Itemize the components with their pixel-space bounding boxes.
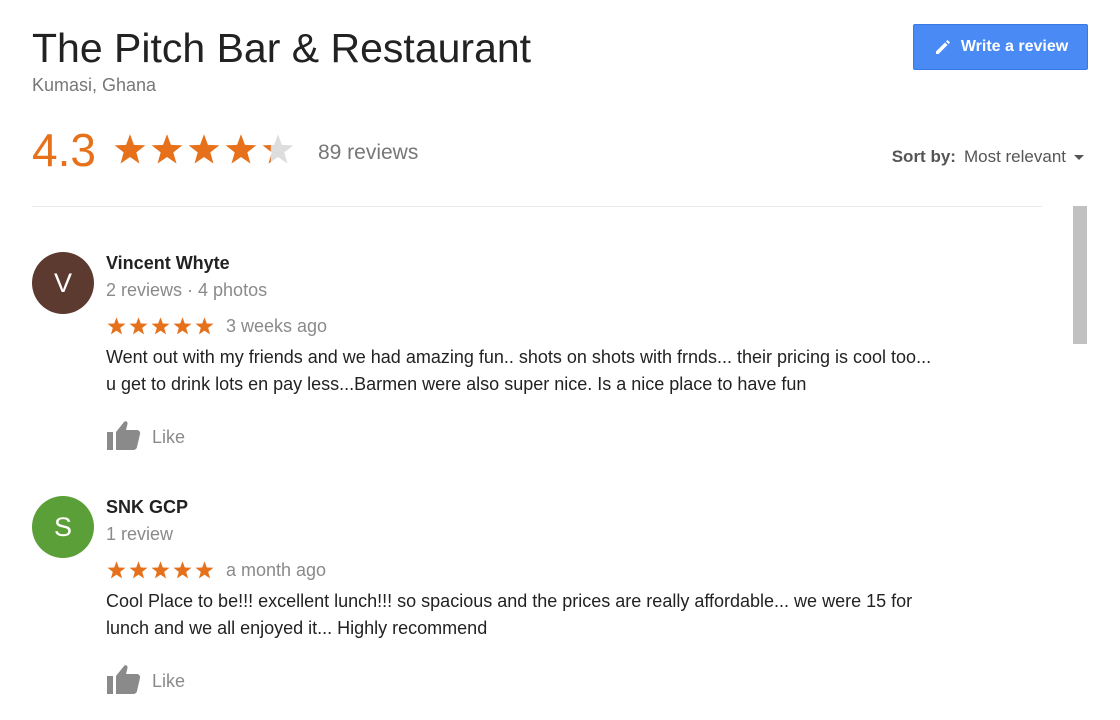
review-stars bbox=[106, 560, 215, 581]
reviews-page: The Pitch Bar & Restaurant Kumasi, Ghana… bbox=[0, 0, 1120, 720]
rating-stars bbox=[112, 132, 296, 168]
star-icon bbox=[173, 560, 192, 578]
sort-dropdown[interactable]: Sort by: Most relevant bbox=[892, 144, 1084, 170]
write-review-button[interactable]: Write a review bbox=[913, 24, 1088, 70]
like-button[interactable]: Like bbox=[106, 420, 206, 454]
review-text: Went out with my friends and we had amaz… bbox=[106, 344, 1046, 398]
review-text-line: Cool Place to be!!! excellent lunch!!! s… bbox=[106, 591, 913, 611]
divider bbox=[32, 206, 1042, 207]
write-review-label: Write a review bbox=[960, 38, 1069, 55]
pencil-icon bbox=[933, 37, 953, 57]
sort-label: Sort by: bbox=[891, 147, 956, 166]
reviewer-meta: 1 review bbox=[106, 524, 174, 544]
average-rating: 4.3 bbox=[32, 124, 96, 176]
thumbs-up-icon bbox=[106, 663, 142, 700]
star-icon bbox=[129, 560, 148, 578]
star-icon bbox=[173, 316, 192, 334]
review-text-line: Went out with my friends and we had amaz… bbox=[106, 347, 932, 367]
like-button[interactable]: Like bbox=[106, 664, 206, 698]
star-icon bbox=[195, 560, 214, 578]
star-icon bbox=[195, 316, 214, 334]
review-text: Cool Place to be!!! excellent lunch!!! s… bbox=[106, 588, 1046, 642]
like-label: Like bbox=[152, 426, 186, 447]
review-text-line: u get to drink lots en pay less...Barmen… bbox=[106, 374, 807, 394]
sort-value: Most relevant bbox=[963, 147, 1066, 166]
place-location: Kumasi, Ghana bbox=[32, 75, 157, 95]
review-rating-row: a month ago bbox=[106, 557, 1046, 583]
review-date: a month ago bbox=[226, 559, 327, 580]
star-icon bbox=[262, 134, 294, 164]
place-title: The Pitch Bar & Restaurant bbox=[32, 25, 532, 71]
reviewer-name[interactable]: SNK GCP bbox=[106, 494, 1046, 520]
star-icon bbox=[151, 134, 183, 164]
star-icon bbox=[151, 316, 170, 334]
star-icon bbox=[107, 560, 126, 578]
review-count[interactable]: 89 reviews bbox=[318, 135, 418, 165]
star-icon bbox=[107, 316, 126, 334]
star-icon bbox=[188, 134, 220, 164]
caret-down-icon bbox=[1074, 154, 1084, 160]
reviewer-name[interactable]: Vincent Whyte bbox=[106, 250, 1046, 276]
review-body: SNK GCP 1 review a month ago Cool Place … bbox=[106, 494, 1046, 698]
star-icon bbox=[225, 134, 257, 164]
review-text-line: lunch and we all enjoyed it... Highly re… bbox=[106, 618, 488, 638]
star-icon bbox=[114, 134, 146, 164]
review-body: Vincent Whyte 2 reviews · 4 photos 3 wee… bbox=[106, 250, 1046, 454]
rating-summary: 4.3 89 reviews bbox=[32, 120, 418, 180]
like-label: Like bbox=[152, 670, 186, 691]
review-date: 3 weeks ago bbox=[226, 315, 328, 336]
reviewer-meta: 2 reviews · 4 photos bbox=[106, 280, 268, 300]
avatar[interactable]: S bbox=[32, 496, 94, 558]
review-stars bbox=[106, 316, 215, 337]
scrollbar-thumb[interactable] bbox=[1073, 206, 1087, 344]
star-icon bbox=[129, 316, 148, 334]
avatar[interactable]: V bbox=[32, 252, 94, 314]
star-icon bbox=[151, 560, 170, 578]
thumbs-up-icon bbox=[106, 419, 142, 456]
review-rating-row: 3 weeks ago bbox=[106, 313, 1046, 339]
